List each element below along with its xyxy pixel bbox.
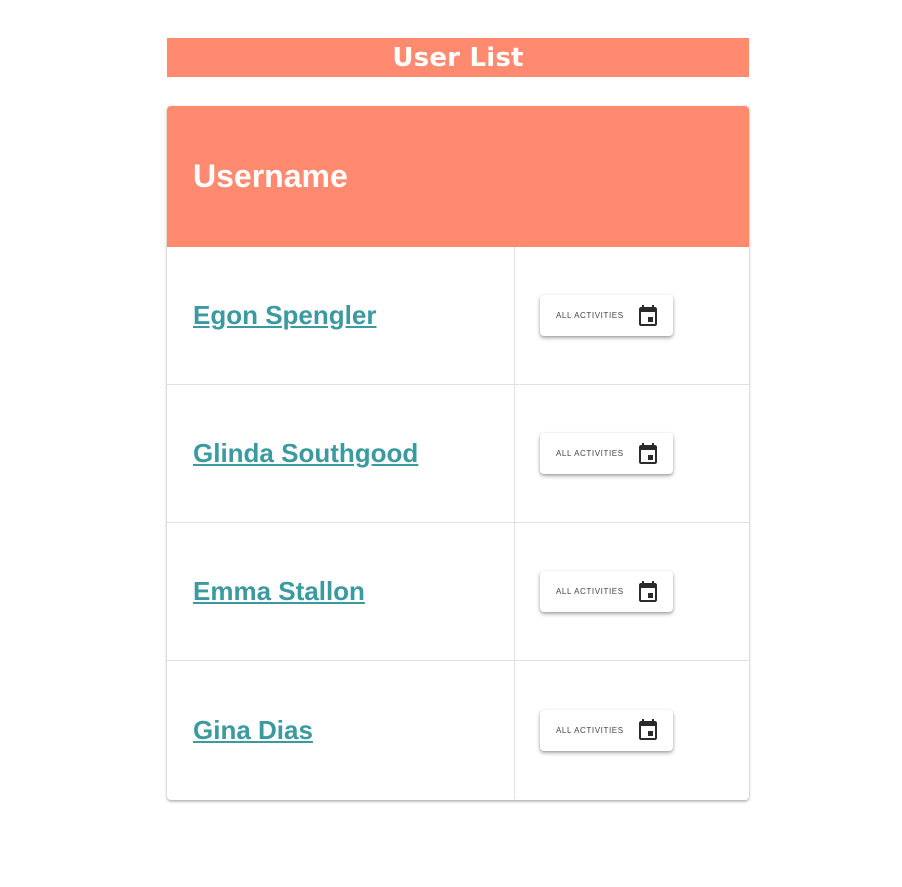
calendar-icon: [637, 304, 659, 328]
action-cell: ALL ACTIVITIES: [515, 523, 749, 660]
table-row: Egon Spengler ALL ACTIVITIES: [167, 247, 749, 385]
all-activities-label: ALL ACTIVITIES: [556, 311, 624, 320]
table-header: Username: [167, 106, 749, 247]
username-cell: Glinda Southgood: [167, 385, 515, 522]
table-row: Gina Dias ALL ACTIVITIES: [167, 661, 749, 799]
all-activities-button[interactable]: ALL ACTIVITIES: [540, 433, 673, 474]
username-cell: Emma Stallon: [167, 523, 515, 660]
username-cell: Gina Dias: [167, 661, 515, 799]
username-link[interactable]: Egon Spengler: [193, 300, 376, 331]
all-activities-button[interactable]: ALL ACTIVITIES: [540, 571, 673, 612]
all-activities-label: ALL ACTIVITIES: [556, 587, 624, 596]
page-title: User List: [392, 42, 524, 73]
page-header: User List: [167, 38, 749, 77]
username-link[interactable]: Gina Dias: [193, 715, 313, 746]
username-cell: Egon Spengler: [167, 247, 515, 384]
calendar-icon: [637, 442, 659, 466]
username-link[interactable]: Emma Stallon: [193, 576, 365, 607]
all-activities-button[interactable]: ALL ACTIVITIES: [540, 709, 673, 751]
table-row: Emma Stallon ALL ACTIVITIES: [167, 523, 749, 661]
table-row: Glinda Southgood ALL ACTIVITIES: [167, 385, 749, 523]
calendar-icon: [637, 580, 659, 604]
all-activities-button[interactable]: ALL ACTIVITIES: [540, 295, 673, 336]
username-link[interactable]: Glinda Southgood: [193, 438, 418, 469]
action-cell: ALL ACTIVITIES: [515, 247, 749, 384]
action-cell: ALL ACTIVITIES: [515, 385, 749, 522]
action-cell: ALL ACTIVITIES: [515, 661, 749, 799]
calendar-icon: [637, 718, 659, 742]
column-header-username: Username: [193, 158, 348, 194]
all-activities-label: ALL ACTIVITIES: [556, 725, 624, 735]
all-activities-label: ALL ACTIVITIES: [556, 449, 624, 458]
user-table: Username Egon Spengler ALL ACTIVITIES Gl…: [167, 106, 749, 800]
